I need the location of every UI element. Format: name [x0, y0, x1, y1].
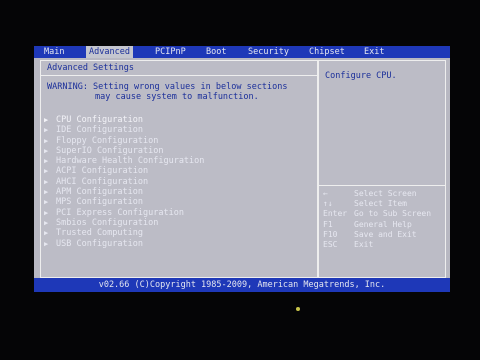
arrow-right-icon: ▶	[44, 136, 49, 145]
arrow-right-icon: ▶	[44, 239, 49, 248]
settings-panel: Advanced Settings WARNING: Setting wrong…	[40, 60, 318, 278]
arrow-right-icon: ▶	[44, 218, 49, 227]
menu-item-label: IDE Configuration	[56, 125, 143, 136]
menu-item-ide[interactable]: ▶ IDE Configuration	[44, 125, 314, 135]
bios-screen: Main Advanced PCIPnP Boot Security Chips…	[34, 46, 450, 292]
key-name: Enter	[323, 209, 348, 219]
menu-item-label: Smbios Configuration	[56, 217, 159, 228]
menu-item-usb[interactable]: ▶ USB Configuration	[44, 239, 314, 249]
key-legend-row: Enter Go to Sub Screen	[323, 209, 431, 219]
menu-item-smbios[interactable]: ▶ Smbios Configuration	[44, 218, 314, 228]
menu-item-label: SuperIO Configuration	[56, 145, 164, 156]
key-legend-row: ESC Exit	[323, 240, 431, 250]
menu-item-label: CPU Configuration	[56, 115, 143, 125]
warning-line-1: WARNING: Setting wrong values in below s…	[47, 82, 288, 92]
tab-security[interactable]: Security	[248, 46, 289, 58]
menu-item-acpi[interactable]: ▶ ACPI Configuration	[44, 166, 314, 176]
arrow-right-icon: ▶	[44, 177, 49, 186]
key-name: F1	[323, 219, 333, 229]
menu-item-label: Trusted Computing	[56, 228, 143, 239]
menu-item-mps[interactable]: ▶ MPS Configuration	[44, 197, 314, 207]
menu-item-cpu[interactable]: ▶ CPU Configuration	[44, 115, 314, 125]
tab-main[interactable]: Main	[44, 46, 64, 58]
tab-exit[interactable]: Exit	[364, 46, 384, 58]
key-legend-row: F10 Save and Exit	[323, 230, 431, 240]
arrow-right-icon: ▶	[44, 198, 49, 207]
key-legend-row: F1 General Help	[323, 220, 431, 230]
menu-item-label: MPS Configuration	[56, 197, 143, 208]
menu-item-trusted-computing[interactable]: ▶ Trusted Computing	[44, 228, 314, 238]
key-action: Select Item	[354, 199, 407, 209]
arrow-right-icon: ▶	[44, 167, 49, 176]
key-legend-row: ← Select Screen	[323, 189, 431, 199]
arrow-right-icon: ▶	[44, 229, 49, 238]
menu-item-label: Hardware Health Configuration	[56, 156, 205, 167]
key-action: Select Screen	[354, 189, 417, 198]
copyright-text: v02.66 (C)Copyright 1985-2009, American …	[98, 280, 386, 290]
key-action: Exit	[354, 239, 374, 249]
tab-bar: Main Advanced PCIPnP Boot Security Chips…	[34, 46, 450, 58]
arrow-right-icon: ▶	[44, 116, 49, 124]
menu-item-hardware-health[interactable]: ▶ Hardware Health Configuration	[44, 156, 314, 166]
title-divider	[41, 75, 317, 76]
key-name: ESC	[323, 239, 338, 249]
menu-item-apm[interactable]: ▶ APM Configuration	[44, 187, 314, 197]
menu-item-floppy[interactable]: ▶ Floppy Configuration	[44, 136, 314, 146]
key-legend: ← Select Screen ↑↓ Select Item Enter Go to …	[323, 189, 431, 250]
menu-item-label: AHCI Configuration	[56, 176, 149, 187]
menu-item-label: Floppy Configuration	[56, 135, 159, 146]
tab-advanced[interactable]: Advanced	[86, 46, 133, 58]
tab-boot[interactable]: Boot	[206, 46, 226, 58]
menu-item-superio[interactable]: ▶ SuperIO Configuration	[44, 146, 314, 156]
key-name: ←	[323, 189, 328, 198]
menu-item-label: USB Configuration	[56, 238, 143, 249]
help-text: Configure CPU.	[325, 71, 397, 81]
footer-bar: v02.66 (C)Copyright 1985-2009, American …	[34, 278, 450, 292]
key-name: ↑↓	[323, 199, 333, 209]
menu-item-label: APM Configuration	[56, 187, 143, 198]
tab-chipset[interactable]: Chipset	[309, 46, 345, 58]
monitor-led	[296, 307, 300, 311]
menu-item-label: PCI Express Configuration	[56, 207, 184, 218]
arrow-right-icon: ▶	[44, 146, 49, 155]
arrow-right-icon: ▶	[44, 188, 49, 197]
arrow-right-icon: ▶	[44, 157, 49, 166]
key-action: Save and Exit	[354, 229, 417, 239]
help-panel: Configure CPU. ← Select Screen ↑↓ Select I…	[318, 60, 446, 278]
warning-line-2: may cause system to malfunction.	[95, 92, 259, 102]
menu-item-pci-express[interactable]: ▶ PCI Express Configuration	[44, 208, 314, 218]
menu-item-ahci[interactable]: ▶ AHCI Configuration	[44, 177, 314, 187]
menu-item-label: ACPI Configuration	[56, 166, 149, 177]
key-name: F10	[323, 229, 338, 239]
key-action: Go to Sub Screen	[354, 209, 432, 219]
arrow-right-icon: ▶	[44, 208, 49, 217]
help-divider	[319, 185, 445, 186]
tab-pcipnp[interactable]: PCIPnP	[155, 46, 186, 58]
panel-title: Advanced Settings	[47, 63, 134, 73]
key-legend-row: ↑↓ Select Item	[323, 199, 431, 209]
arrow-right-icon: ▶	[44, 126, 49, 135]
key-action: General Help	[354, 219, 412, 229]
advanced-menu: ▶ CPU Configuration ▶ IDE Configuration ▶ F…	[44, 115, 314, 249]
